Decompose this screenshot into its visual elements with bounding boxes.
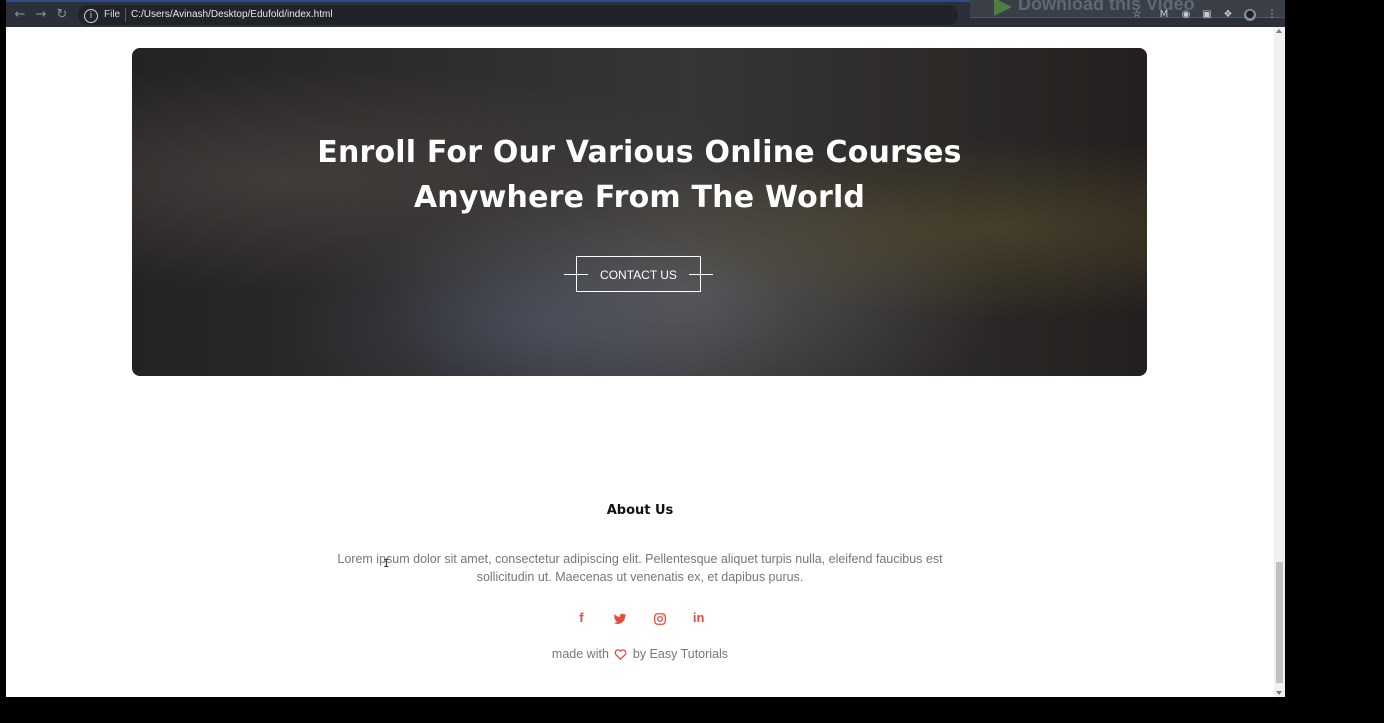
gmail-extension-icon[interactable]: M	[1158, 9, 1170, 21]
play-icon	[994, 0, 1012, 16]
about-text: Lorem ipsum dolor sit amet, consectetur …	[337, 552, 943, 584]
address-separator	[125, 8, 126, 22]
twitter-icon[interactable]	[612, 610, 628, 626]
facebook-icon[interactable]: f	[573, 610, 589, 626]
made-prefix: made with	[551, 647, 609, 661]
heart-icon	[614, 648, 627, 663]
cta-heading: Enroll For Our Various Online Courses An…	[132, 130, 1147, 220]
page-scrollbar[interactable]	[1274, 27, 1285, 697]
extensions-area: Download this Video ☆ M ◉ ▣ ❖ ● ⋮	[970, 0, 1285, 27]
text-cursor-icon: I	[383, 557, 390, 570]
profile-avatar-icon[interactable]: ●	[1244, 9, 1256, 21]
scroll-down-arrow-icon[interactable]	[1276, 691, 1282, 695]
url-text[interactable]: C:/Users/Avinash/Desktop/Edufold/index.h…	[131, 9, 333, 20]
scroll-up-arrow-icon[interactable]	[1276, 29, 1282, 33]
scrollbar-thumb[interactable]	[1276, 562, 1283, 683]
page-viewport: Enroll For Our Various Online Courses An…	[6, 27, 1274, 697]
made-suffix: by Easy Tutorials	[632, 647, 729, 661]
forward-arrow-icon[interactable]: →	[33, 7, 49, 23]
download-video-banner[interactable]: Download this Video	[970, 0, 1285, 18]
menu-kebab-icon[interactable]: ⋮	[1266, 9, 1278, 21]
made-with-credit: made with by Easy Tutorials	[6, 647, 1274, 663]
contact-us-button[interactable]: CONTACT US	[564, 256, 713, 292]
url-scheme: File	[104, 9, 121, 20]
extension-camera-icon[interactable]: ▣	[1201, 9, 1213, 21]
cta-heading-line1: Enroll For Our Various Online Courses	[317, 135, 962, 170]
extension-circle-icon[interactable]: ◉	[1180, 9, 1192, 21]
address-bar[interactable]: i File C:/Users/Avinash/Desktop/Edufold/…	[78, 5, 958, 25]
instagram-icon[interactable]	[652, 610, 668, 626]
browser-toolbar: ← → ↻ i File C:/Users/Avinash/Desktop/Ed…	[6, 0, 1285, 29]
cta-banner: Enroll For Our Various Online Courses An…	[132, 48, 1147, 376]
back-arrow-icon[interactable]: ←	[12, 7, 28, 23]
linkedin-icon[interactable]: in	[691, 610, 707, 626]
puzzle-extensions-icon[interactable]: ❖	[1222, 9, 1234, 21]
star-icon[interactable]: ☆	[1131, 9, 1143, 21]
social-links: f in	[6, 607, 1274, 626]
about-title: About Us	[606, 503, 674, 518]
reload-icon[interactable]: ↻	[54, 7, 70, 23]
info-icon[interactable]: i	[84, 9, 98, 23]
cta-heading-line2: Anywhere From The World	[413, 180, 866, 215]
